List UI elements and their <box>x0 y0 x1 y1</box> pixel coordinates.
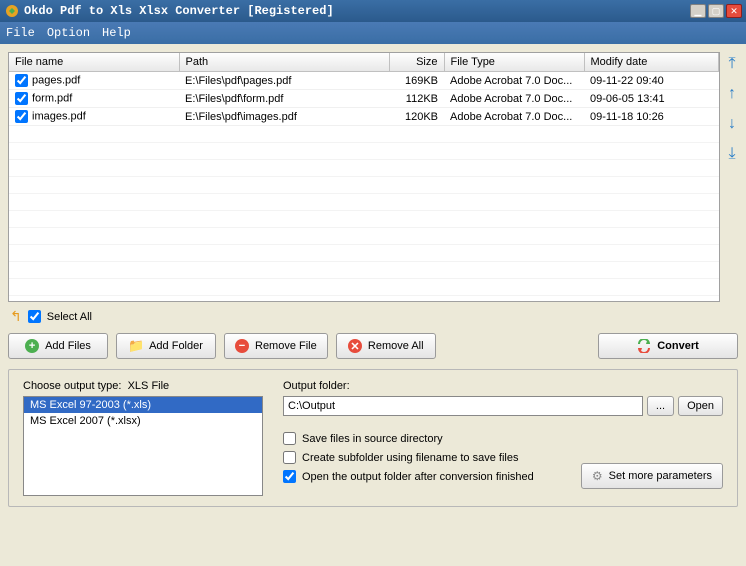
output-folder-label: Output folder: <box>283 380 723 392</box>
window-controls: ▁ ▢ ✕ <box>690 4 742 18</box>
cell-type: Adobe Acrobat 7.0 Doc... <box>444 72 584 90</box>
move-top-icon[interactable]: ⤒ <box>728 56 735 72</box>
folder-icon: 📁 <box>129 339 143 353</box>
row-checkbox[interactable] <box>15 110 28 123</box>
minimize-button[interactable]: ▁ <box>690 4 706 18</box>
table-row[interactable]: form.pdf E:\Files\pdf\form.pdf 112KB Ado… <box>9 90 719 108</box>
type-option-xlsx[interactable]: MS Excel 2007 (*.xlsx) <box>24 413 262 429</box>
save-source-checkbox[interactable] <box>283 432 296 445</box>
cell-name: form.pdf <box>32 92 72 104</box>
type-option-xls[interactable]: MS Excel 97-2003 (*.xls) <box>24 397 262 413</box>
menu-bar: File Option Help <box>0 22 746 44</box>
content-area: File name Path Size File Type Modify dat… <box>0 44 746 515</box>
title-bar: Okdo Pdf to Xls Xlsx Converter [Register… <box>0 0 746 22</box>
maximize-button[interactable]: ▢ <box>708 4 724 18</box>
remove-all-button[interactable]: ✕ Remove All <box>336 333 436 359</box>
menu-option[interactable]: Option <box>47 26 90 40</box>
options-panel: Choose output type: XLS File MS Excel 97… <box>8 369 738 507</box>
action-button-row: + Add Files 📁 Add Folder − Remove File ✕… <box>8 333 738 359</box>
open-after-label: Open the output folder after conversion … <box>302 471 534 483</box>
x-icon: ✕ <box>348 339 362 353</box>
output-folder-row: ... Open <box>283 396 723 416</box>
open-after-checkbox[interactable] <box>283 470 296 483</box>
cell-path: E:\Files\pdf\images.pdf <box>179 108 389 126</box>
col-date[interactable]: Modify date <box>584 53 719 72</box>
add-folder-button[interactable]: 📁 Add Folder <box>116 333 216 359</box>
plus-icon: + <box>25 339 39 353</box>
add-files-label: Add Files <box>45 340 91 352</box>
checkbox-group: Save files in source directory Create su… <box>283 426 534 489</box>
cell-type: Adobe Acrobat 7.0 Doc... <box>444 108 584 126</box>
row-checkbox[interactable] <box>15 74 28 87</box>
output-type-list[interactable]: MS Excel 97-2003 (*.xls) MS Excel 2007 (… <box>23 396 263 496</box>
app-icon <box>4 3 20 19</box>
output-folder-input[interactable] <box>283 396 643 416</box>
cell-size: 169KB <box>389 72 444 90</box>
browse-button[interactable]: ... <box>647 396 674 416</box>
remove-file-label: Remove File <box>255 340 317 352</box>
col-size[interactable]: Size <box>389 53 444 72</box>
up-folder-icon[interactable]: ↰ <box>10 308 22 325</box>
cell-path: E:\Files\pdf\pages.pdf <box>179 72 389 90</box>
output-type-section: Choose output type: XLS File MS Excel 97… <box>23 380 263 496</box>
window-title: Okdo Pdf to Xls Xlsx Converter [Register… <box>24 4 690 18</box>
output-folder-section: Output folder: ... Open Save files in so… <box>283 380 723 496</box>
open-folder-button[interactable]: Open <box>678 396 723 416</box>
convert-label: Convert <box>657 340 699 352</box>
cell-path: E:\Files\pdf\form.pdf <box>179 90 389 108</box>
file-table[interactable]: File name Path Size File Type Modify dat… <box>8 52 720 302</box>
set-parameters-label: Set more parameters <box>609 470 712 482</box>
move-bottom-icon[interactable]: ⤓ <box>728 146 735 162</box>
col-path[interactable]: Path <box>179 53 389 72</box>
select-all-label: Select All <box>47 311 92 323</box>
gear-icon: ⚙ <box>592 469 603 483</box>
remove-file-button[interactable]: − Remove File <box>224 333 328 359</box>
cell-date: 09-11-18 10:26 <box>584 108 719 126</box>
set-parameters-button[interactable]: ⚙ Set more parameters <box>581 463 723 489</box>
convert-button[interactable]: Convert <box>598 333 738 359</box>
col-type[interactable]: File Type <box>444 53 584 72</box>
cell-date: 09-11-22 09:40 <box>584 72 719 90</box>
table-row[interactable]: images.pdf E:\Files\pdf\images.pdf 120KB… <box>9 108 719 126</box>
minus-icon: − <box>235 339 249 353</box>
move-down-icon[interactable]: ↓ <box>728 116 736 132</box>
menu-help[interactable]: Help <box>102 26 131 40</box>
reorder-controls: ⤒ ↑ ↓ ⤓ <box>726 52 738 302</box>
add-folder-label: Add Folder <box>149 340 203 352</box>
add-files-button[interactable]: + Add Files <box>8 333 108 359</box>
convert-icon <box>637 339 651 353</box>
cell-name: pages.pdf <box>32 74 80 86</box>
save-source-label: Save files in source directory <box>302 433 443 445</box>
move-up-icon[interactable]: ↑ <box>728 86 736 102</box>
subfolder-label: Create subfolder using filename to save … <box>302 452 518 464</box>
row-checkbox[interactable] <box>15 92 28 105</box>
menu-file[interactable]: File <box>6 26 35 40</box>
col-filename[interactable]: File name <box>9 53 179 72</box>
subfolder-checkbox[interactable] <box>283 451 296 464</box>
table-row[interactable]: pages.pdf E:\Files\pdf\pages.pdf 169KB A… <box>9 72 719 90</box>
close-button[interactable]: ✕ <box>726 4 742 18</box>
cell-type: Adobe Acrobat 7.0 Doc... <box>444 90 584 108</box>
cell-size: 112KB <box>389 90 444 108</box>
select-all-checkbox[interactable] <box>28 310 41 323</box>
table-header-row: File name Path Size File Type Modify dat… <box>9 53 719 72</box>
file-area: File name Path Size File Type Modify dat… <box>8 52 738 302</box>
cell-date: 09-06-05 13:41 <box>584 90 719 108</box>
select-all-row: ↰ Select All <box>10 308 736 325</box>
output-type-label: Choose output type: XLS File <box>23 380 263 392</box>
cell-size: 120KB <box>389 108 444 126</box>
remove-all-label: Remove All <box>368 340 424 352</box>
cell-name: images.pdf <box>32 110 86 122</box>
